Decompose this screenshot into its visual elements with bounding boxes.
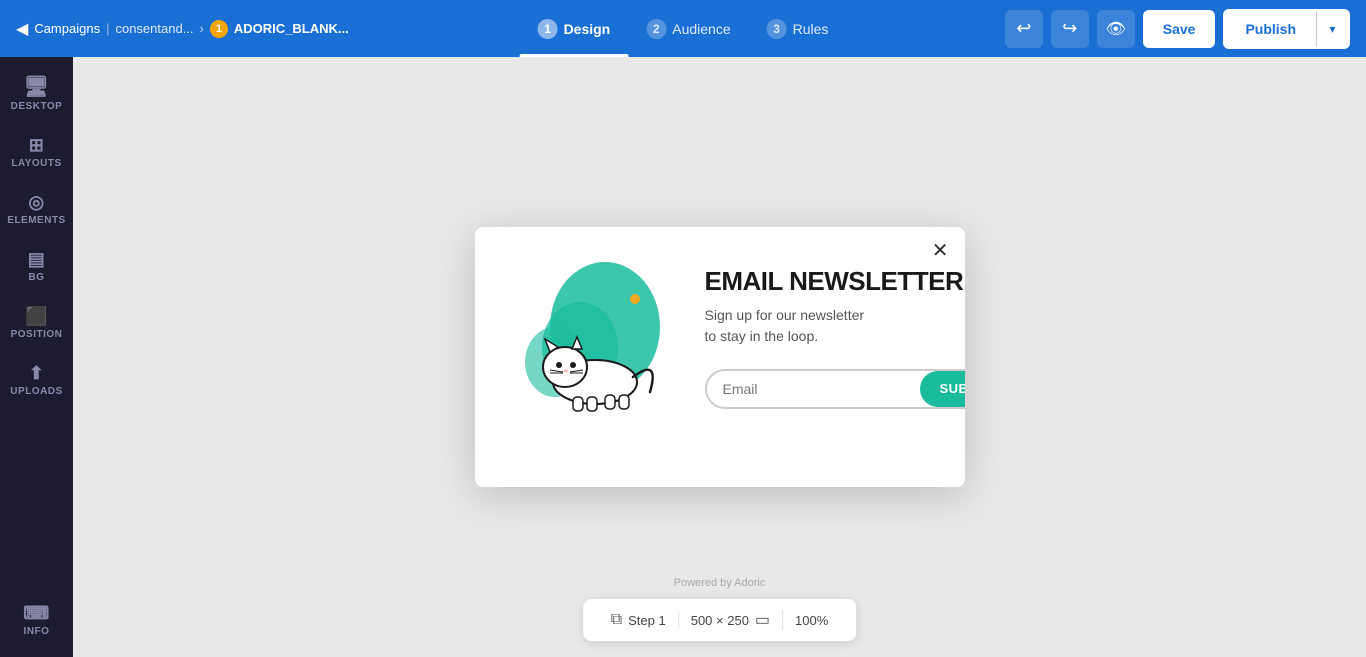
step-item: ⧉ Step 1 [599,611,679,629]
subscribe-button[interactable]: SUBSCRIBE [920,371,965,407]
sidebar-label-info: INFO [24,626,50,637]
sidebar-item-uploads[interactable]: ⬆ UPLOADS [0,354,73,407]
sidebar: 🖥 DESKTOP ⊞ LAYOUTS ◎ ELEMENTS ▤ BG ⬛ PO… [0,57,73,657]
badge-orange: 1 [210,20,228,38]
step3-num: 3 [767,19,787,39]
nav-actions: ↩ ↪ 👁 Save Publish ▾ [1005,9,1350,49]
top-navigation: ◀ Campaigns | consentand... › 1 ADORIC_B… [0,0,1366,57]
breadcrumb: ◀ Campaigns | consentand... › 1 ADORIC_B… [16,19,349,39]
desktop-icon: 🖥 [24,77,50,97]
campaign-name: ADORIC_BLANK... [234,21,349,36]
step3-label: Rules [793,21,829,37]
uploads-icon: ⬆ [29,364,45,382]
sidebar-label-layouts: LAYOUTS [11,158,61,169]
sidebar-label-elements: ELEMENTS [7,215,65,226]
popup-content: EMAIL NEWSLETTER Sign up for our newslet… [705,257,965,409]
main-layout: 🖥 DESKTOP ⊞ LAYOUTS ◎ ELEMENTS ▤ BG ⬛ PO… [0,57,1366,657]
popup-subtitle: Sign up for our newsletterto stay in the… [705,305,965,347]
sidebar-item-elements[interactable]: ◎ ELEMENTS [0,183,73,236]
step2-num: 2 [646,19,666,39]
sidebar-item-bg[interactable]: ▤ BG [0,240,73,293]
breadcrumb-sep1: | [106,21,109,36]
bottom-bar: ⧉ Step 1 500 × 250 ▭ 100% [583,599,857,641]
publish-button[interactable]: Publish [1225,11,1316,47]
popup-form: SUBSCRIBE [705,369,965,409]
step1-num: 1 [538,19,558,39]
step-design[interactable]: 1 Design [520,0,629,57]
publish-group: Publish ▾ [1223,9,1350,49]
dimensions-value: 500 × 250 [691,613,749,628]
step-rules[interactable]: 3 Rules [749,0,847,57]
layouts-icon: ⊞ [29,136,45,154]
popup-modal: ✕ [475,227,965,487]
domain-label: consentand... [115,21,193,36]
preview-button[interactable]: 👁 [1097,10,1135,48]
redo-button[interactable]: ↪ [1051,10,1089,48]
save-button[interactable]: Save [1143,10,1216,48]
position-icon: ⬛ [25,307,48,325]
back-icon[interactable]: ◀ [16,19,28,39]
undo-button[interactable]: ↩ [1005,10,1043,48]
bg-icon: ▤ [28,250,46,268]
breadcrumb-arrow: › [200,21,204,36]
sidebar-item-info[interactable]: ⌨ INFO [0,594,73,647]
popup-illustration [505,257,685,412]
step-navigation: 1 Design 2 Audience 3 Rules [520,0,847,57]
step1-label: Design [564,21,611,37]
elements-icon: ◎ [28,193,44,211]
info-icon: ⌨ [23,604,49,622]
step-label: Step 1 [628,613,666,628]
canvas: ✕ [73,57,1366,657]
email-input[interactable] [707,371,920,407]
step-icon: ⧉ [611,611,622,629]
publish-dropdown-button[interactable]: ▾ [1316,11,1348,47]
zoom-item: 100% [783,613,840,628]
sidebar-label-position: POSITION [11,329,63,340]
campaigns-link[interactable]: Campaigns [34,21,100,36]
step2-label: Audience [672,21,730,37]
sidebar-item-desktop[interactable]: 🖥 DESKTOP [0,67,73,122]
screen-icon: ▭ [755,610,770,630]
sidebar-label-desktop: DESKTOP [11,101,63,112]
zoom-value: 100% [795,613,828,628]
sidebar-label-bg: BG [29,272,45,283]
dimensions-item: 500 × 250 ▭ [679,610,783,630]
popup-inner: EMAIL NEWSLETTER Sign up for our newslet… [505,257,930,412]
popup-title: EMAIL NEWSLETTER [705,267,965,297]
powered-by: Powered by Adoric [674,577,766,589]
sidebar-item-position[interactable]: ⬛ POSITION [0,297,73,350]
sidebar-label-uploads: UPLOADS [10,386,62,397]
popup-close-button[interactable]: ✕ [932,241,949,261]
sidebar-item-layouts[interactable]: ⊞ LAYOUTS [0,126,73,179]
step-audience[interactable]: 2 Audience [628,0,748,57]
